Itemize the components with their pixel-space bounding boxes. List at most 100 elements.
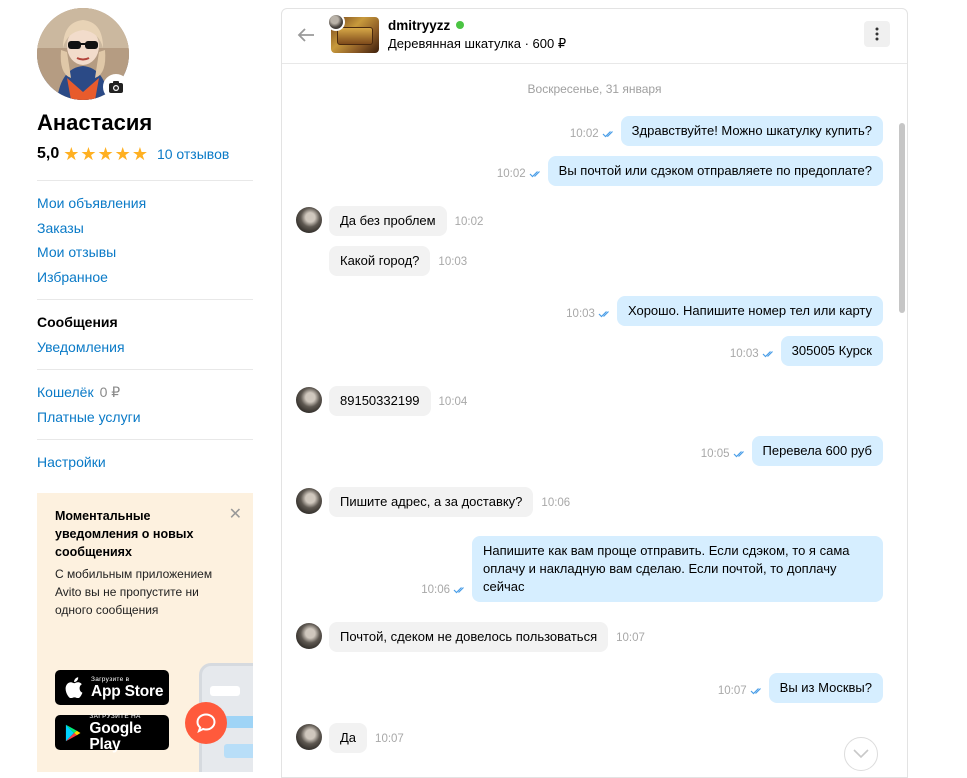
message-meta: 10:02 [570, 128, 616, 140]
profile-avatar-wrap [37, 8, 129, 100]
message-bubble: Напишите как вам проще отправить. Если с… [472, 536, 883, 602]
seller-name: dmitryyzz [388, 18, 451, 33]
message-time: 10:07 [616, 632, 645, 644]
message-incoming: Да 10:07 [296, 723, 404, 753]
nav-messages[interactable]: Сообщения [37, 310, 253, 335]
message-outgoing: 10:07 Вы из Москвы? [718, 673, 883, 703]
message-meta: 10:04 [439, 392, 468, 410]
message-time: 10:03 [438, 256, 468, 268]
profile-sidebar: Анастасия 5,0 ★ ★ ★ ★ ★ 10 отзывов Мои о… [37, 8, 253, 485]
message-outgoing: 10:03 305005 Курск [730, 336, 883, 366]
online-status-dot [456, 21, 465, 29]
more-vertical-icon [875, 27, 879, 41]
star-icon: ★ [80, 144, 97, 164]
message-meta: 10:02 [497, 168, 543, 180]
close-icon[interactable]: ✕ [229, 507, 242, 523]
message-bubble: Какой город? [329, 246, 431, 276]
message-list: Воскресенье, 31 января 10:02 Здравствуйт… [282, 65, 907, 777]
message-outgoing: 10:02 Здравствуйте! Можно шкатулку купит… [570, 116, 883, 146]
reviews-link[interactable]: 10 отзывов [157, 146, 229, 162]
message-bubble: Хорошо. Напишите номер тел или карту [616, 296, 883, 326]
message-bubble: Здравствуйте! Можно шкатулку купить? [620, 116, 883, 146]
more-options-button[interactable] [864, 21, 890, 47]
apple-icon [65, 677, 83, 698]
message-time: 10:06 [541, 497, 571, 509]
chat-fab-button[interactable] [185, 702, 227, 744]
nav-paid-services[interactable]: Платные услуги [37, 405, 253, 430]
phone-bubble [210, 686, 240, 696]
promo-text: С мобильным приложением Avito вы не проп… [55, 567, 213, 617]
read-check-icon [453, 587, 464, 594]
item-title-price[interactable]: Деревянная шкатулка · 600 ₽ [388, 36, 566, 52]
message-meta: 10:03 [566, 308, 612, 320]
message-meta: 10:03 [438, 252, 467, 270]
message-time: 10:04 [438, 396, 468, 408]
message-time: 10:05 [700, 448, 730, 460]
date-separator: Воскресенье, 31 января [527, 82, 662, 96]
nav-favorites[interactable]: Избранное [37, 265, 253, 290]
chevron-down-icon [853, 749, 869, 759]
message-meta: 10:02 [455, 212, 484, 230]
profile-name: Анастасия [37, 110, 153, 135]
nav-wallet[interactable]: Кошелёк 0 ₽ [37, 380, 253, 405]
app-store-button[interactable]: Загрузите в App Store [55, 670, 169, 705]
seller-avatar [327, 13, 345, 31]
chat-panel: dmitryyzz Деревянная шкатулка · 600 ₽ Во… [281, 8, 908, 778]
promo-title: Моментальные уведомления о новых сообщен… [55, 509, 194, 559]
chat-header: dmitryyzz Деревянная шкатулка · 600 ₽ [282, 9, 907, 64]
star-icon: ★ [131, 144, 148, 164]
scrollbar-thumb[interactable] [899, 123, 905, 313]
message-bubble: Вы почтой или сдэком отправляете по пред… [547, 156, 883, 186]
sender-avatar [296, 488, 322, 514]
message-meta: 10:06 [421, 584, 467, 596]
nav-settings[interactable]: Настройки [37, 450, 253, 475]
message-outgoing: 10:05 Перевела 600 руб [701, 436, 883, 466]
nav-group-settings: Настройки [37, 440, 253, 485]
read-check-icon [762, 351, 773, 358]
google-play-button[interactable]: ЗАГРУЗИТЕ НА Google Play [55, 713, 169, 753]
message-time: 10:02 [496, 168, 526, 180]
google-play-text: ЗАГРУЗИТЕ НА Google Play [89, 713, 169, 753]
read-check-icon [598, 311, 609, 318]
nav-my-reviews[interactable]: Мои отзывы [37, 240, 253, 265]
star-icon: ★ [97, 144, 114, 164]
message-meta: 10:03 [730, 348, 776, 360]
message-time: 10:02 [454, 216, 484, 228]
message-incoming: Какой город? 10:03 [296, 246, 467, 276]
star-icon: ★ [114, 144, 131, 164]
message-bubble: 305005 Курск [780, 336, 883, 366]
read-check-icon [529, 171, 540, 178]
sender-avatar [296, 207, 322, 233]
back-arrow-icon[interactable] [296, 25, 316, 45]
message-time: 10:07 [717, 685, 747, 697]
message-meta: 10:06 [541, 493, 570, 511]
rating-row: 5,0 ★ ★ ★ ★ ★ 10 отзывов [37, 144, 253, 164]
read-check-icon [750, 688, 761, 695]
message-incoming: 89150332199 10:04 [296, 386, 467, 416]
rating-stars: ★ ★ ★ ★ ★ [63, 145, 148, 163]
google-play-icon [65, 724, 81, 741]
nav-notifications[interactable]: Уведомления [37, 335, 253, 360]
message-meta: 10:05 [701, 448, 747, 460]
item-thumbnail-lid [337, 27, 373, 45]
message-outgoing: 10:02 Вы почтой или сдэком отправляете п… [497, 156, 883, 186]
seller-name-row[interactable]: dmitryyzz [388, 18, 465, 33]
phone-bubble [224, 744, 253, 758]
rating-value: 5,0 [37, 145, 60, 162]
app-store-big: App Store [91, 682, 164, 700]
message-outgoing: 10:03 Хорошо. Напишите номер тел или кар… [566, 296, 883, 326]
message-bubble: Перевела 600 руб [751, 436, 883, 466]
nav-my-listings[interactable]: Мои объявления [37, 191, 253, 216]
nav-group-listings: Мои объявления Заказы Мои отзывы Избранн… [37, 181, 253, 299]
google-play-big: Google Play [89, 719, 142, 753]
nav-orders[interactable]: Заказы [37, 216, 253, 241]
message-time: 10:06 [421, 584, 450, 596]
change-photo-button[interactable] [103, 74, 129, 100]
message-bubble: Да [329, 723, 368, 753]
sender-avatar [296, 623, 322, 649]
message-time: 10:03 [729, 348, 759, 360]
message-incoming: Почтой, сдеком не довелось пользоваться … [296, 622, 645, 652]
message-time: 10:02 [569, 128, 599, 140]
read-check-icon [733, 451, 744, 458]
scroll-to-bottom-button[interactable] [844, 737, 878, 771]
